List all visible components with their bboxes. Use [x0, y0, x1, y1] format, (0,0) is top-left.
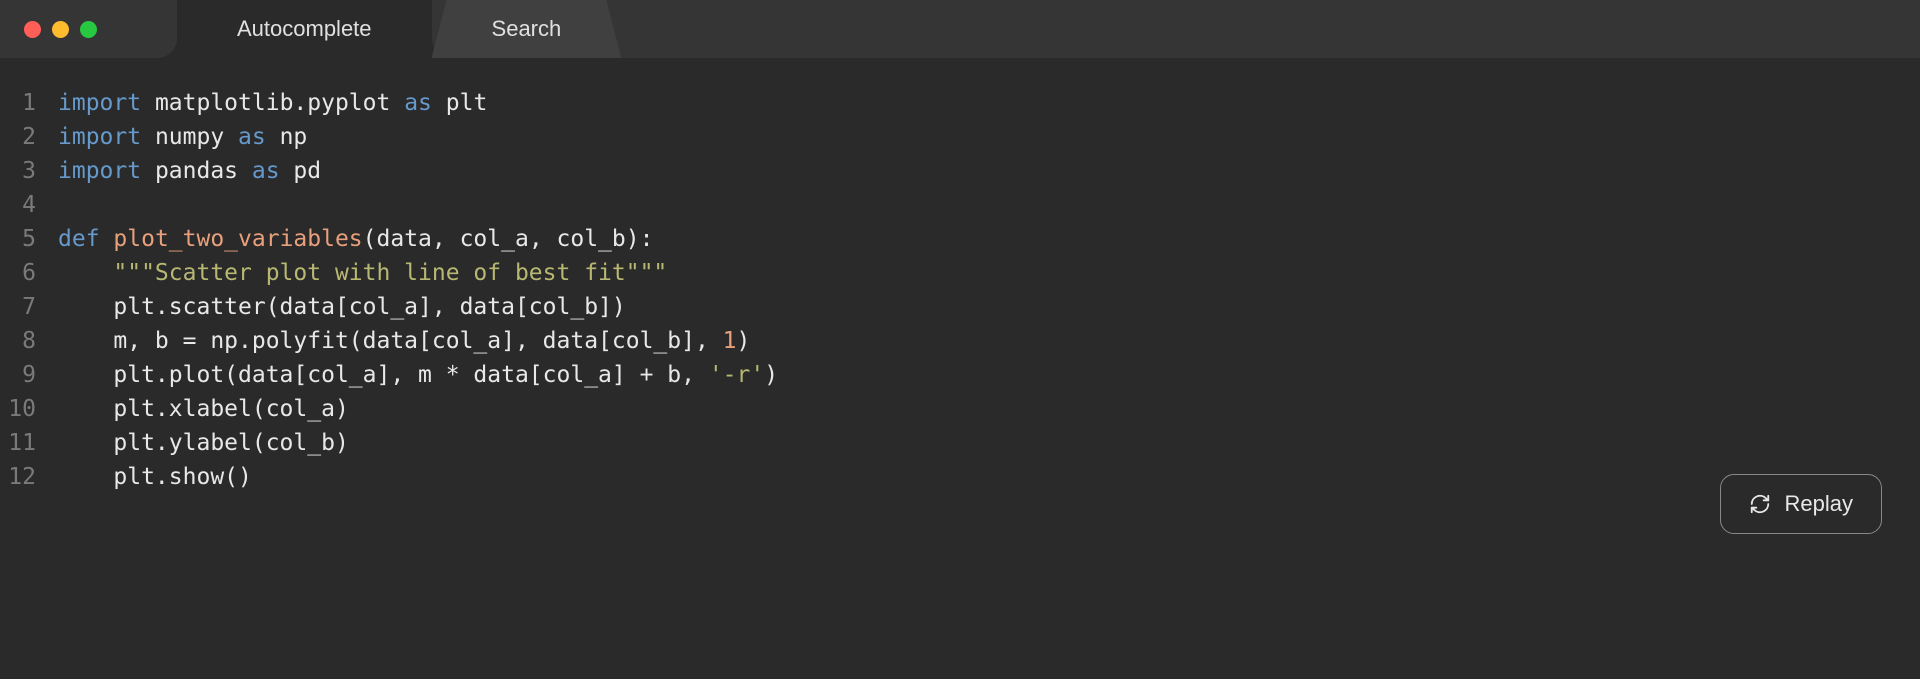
window-controls: [24, 21, 97, 38]
tab-bar: Autocomplete Search: [177, 0, 621, 58]
tab-search[interactable]: Search: [432, 0, 622, 58]
line-number: 6: [0, 256, 58, 290]
line-number: 12: [0, 460, 58, 494]
code-content: plt.plot(data[col_a], m * data[col_a] + …: [58, 358, 778, 392]
line-number: 11: [0, 426, 58, 460]
code-content: """Scatter plot with line of best fit""": [58, 256, 667, 290]
code-line: 1import matplotlib.pyplot as plt: [0, 86, 1920, 120]
tab-autocomplete[interactable]: Autocomplete: [177, 0, 432, 58]
close-window-button[interactable]: [24, 21, 41, 38]
replay-label: Replay: [1785, 491, 1853, 517]
code-line: 3import pandas as pd: [0, 154, 1920, 188]
line-number: 7: [0, 290, 58, 324]
editor-window: Autocomplete Search 1import matplotlib.p…: [0, 0, 1920, 679]
maximize-window-button[interactable]: [80, 21, 97, 38]
code-content: [58, 188, 72, 222]
line-number: 3: [0, 154, 58, 188]
code-line: 12 plt.show(): [0, 460, 1920, 494]
code-editor[interactable]: 1import matplotlib.pyplot as plt2import …: [0, 58, 1920, 679]
line-number: 1: [0, 86, 58, 120]
code-content: m, b = np.polyfit(data[col_a], data[col_…: [58, 324, 750, 358]
code-line: 4: [0, 188, 1920, 222]
line-number: 4: [0, 188, 58, 222]
code-content: plt.xlabel(col_a): [58, 392, 349, 426]
code-content: plt.show(): [58, 460, 252, 494]
code-content: import numpy as np: [58, 120, 307, 154]
line-number: 2: [0, 120, 58, 154]
replay-button[interactable]: Replay: [1720, 474, 1882, 534]
code-content: import matplotlib.pyplot as plt: [58, 86, 487, 120]
code-line: 2import numpy as np: [0, 120, 1920, 154]
line-number: 10: [0, 392, 58, 426]
line-number: 5: [0, 222, 58, 256]
code-content: plt.ylabel(col_b): [58, 426, 349, 460]
code-content: def plot_two_variables(data, col_a, col_…: [58, 222, 653, 256]
titlebar: Autocomplete Search: [0, 0, 1920, 58]
minimize-window-button[interactable]: [52, 21, 69, 38]
code-line: 6 """Scatter plot with line of best fit"…: [0, 256, 1920, 290]
code-line: 5def plot_two_variables(data, col_a, col…: [0, 222, 1920, 256]
line-number: 9: [0, 358, 58, 392]
line-number: 8: [0, 324, 58, 358]
code-line: 11 plt.ylabel(col_b): [0, 426, 1920, 460]
tab-label: Autocomplete: [237, 16, 372, 42]
code-line: 7 plt.scatter(data[col_a], data[col_b]): [0, 290, 1920, 324]
code-line: 9 plt.plot(data[col_a], m * data[col_a] …: [0, 358, 1920, 392]
refresh-icon: [1749, 493, 1771, 515]
code-content: plt.scatter(data[col_a], data[col_b]): [58, 290, 626, 324]
code-line: 10 plt.xlabel(col_a): [0, 392, 1920, 426]
code-content: import pandas as pd: [58, 154, 321, 188]
code-line: 8 m, b = np.polyfit(data[col_a], data[co…: [0, 324, 1920, 358]
code-container: 1import matplotlib.pyplot as plt2import …: [0, 86, 1920, 494]
tab-label: Search: [492, 16, 562, 42]
